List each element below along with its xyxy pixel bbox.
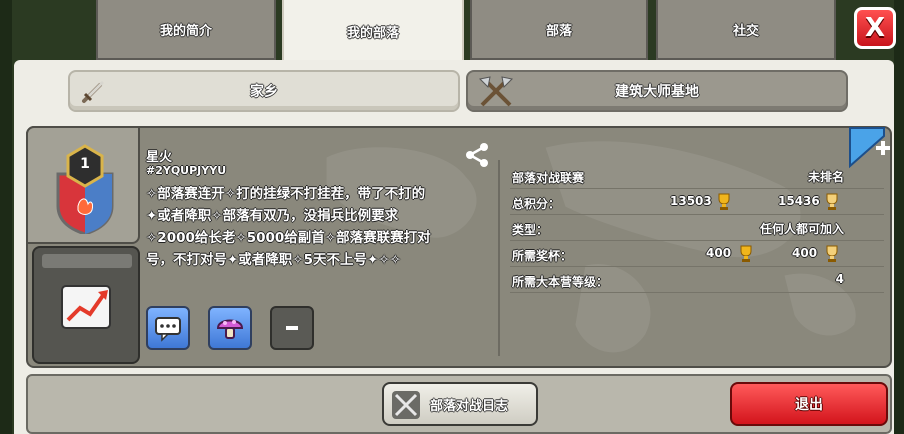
tab-social[interactable]: 社交 [656,0,836,60]
crossed-axes-icon [478,76,514,107]
required-trophies-home: 400 [706,246,732,260]
clan-badge-area: 1 [26,126,140,244]
type-value: 任何人都可加入 [759,222,844,236]
chat-bubble-icon [155,317,181,342]
war-league-label: 部落对战联赛 [512,171,585,185]
war-league-row: 部落对战联赛 未排名 [510,166,884,189]
clan-type-row: 类型： 任何人都可加入 [510,218,884,241]
clan-tag: #2YQUPJYYU [146,164,227,177]
share-icon[interactable] [464,142,490,168]
close-icon: X [864,13,886,43]
sword-icon [82,81,104,103]
leave-label: 退出 [795,397,823,413]
info-divider [498,160,500,356]
add-friend-corner-icon[interactable] [848,126,892,170]
war-league-value: 未排名 [807,170,844,184]
required-townhall-row: 所需大本营等级： 4 [510,270,884,293]
trophy-icon [740,245,752,262]
clan-war-log-button[interactable]: 部落对战日志 [382,382,538,426]
subtab-builder-base[interactable]: 建筑大师基地 [466,70,848,112]
chart-icon [61,285,111,329]
clan-label-button[interactable] [208,306,252,350]
clan-stats-button[interactable] [32,246,140,364]
leave-clan-button[interactable]: 退出 [730,382,888,426]
war-log-label: 部落对战日志 [430,398,509,414]
points-label: 总积分： [512,197,561,211]
type-label: 类型： [512,223,549,237]
subtab-label: 建筑大师基地 [615,84,699,100]
required-townhall-value: 4 [835,272,844,286]
chat-language-button[interactable] [146,306,190,350]
subtab-home-village[interactable]: 家乡 [68,70,460,112]
required-townhall-label: 所需大本营等级： [512,275,609,289]
crossed-swords-icon [392,391,420,419]
required-trophies-label: 所需奖杯： [512,249,573,263]
tab-label: 社交 [732,23,759,39]
required-trophies-row: 所需奖杯： 400 400 [510,244,884,267]
trophy-icon [718,193,730,210]
subtab-label: 家乡 [250,84,278,100]
empty-label-slot[interactable] [270,306,314,350]
points-home-value: 13503 [670,194,712,208]
minus-icon [286,326,298,330]
window-frame-right [894,0,904,434]
stats-card [42,254,132,268]
window-frame-left [0,0,12,434]
required-trophies-builder: 400 [792,246,818,260]
tab-my-profile[interactable]: 我的简介 [96,0,276,60]
mushroom-icon [216,319,244,339]
points-row: 总积分： 13503 15436 [510,192,884,215]
tab-clans[interactable]: 部落 [470,0,648,60]
tab-label: 我的简介 [159,23,212,39]
builder-trophy-icon [826,245,838,262]
clan-name: 星火 [146,150,173,165]
builder-trophy-icon [826,193,838,210]
tab-label: 我的部落 [346,25,399,41]
tab-label: 部落 [545,23,572,39]
tab-my-clan[interactable]: 我的部落 [282,0,464,64]
clan-description: ✧部落赛连开✧打的挂绿不打挂茬，带了不打的 ✦或者降职✧部落有双乃，没捐兵比例要… [146,186,431,268]
points-builder-value: 15436 [778,194,820,208]
close-button[interactable]: X [854,7,896,49]
clan-level: 1 [80,156,90,172]
